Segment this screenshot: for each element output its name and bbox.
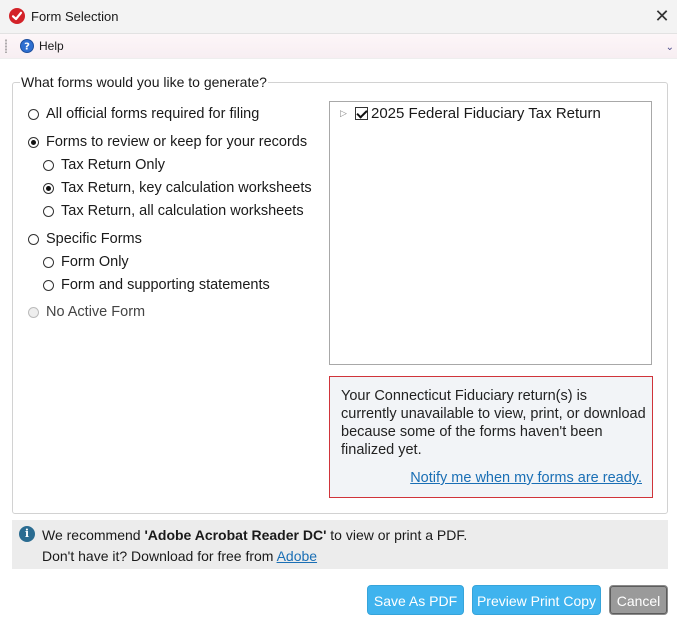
help-menu-item[interactable]: Help bbox=[39, 39, 64, 53]
close-icon: ✕ bbox=[654, 6, 670, 26]
radio-all-official[interactable]: All official forms required for filing bbox=[28, 106, 259, 122]
radio-label: Tax Return, all calculation worksheets bbox=[61, 203, 304, 219]
unavailable-notice: Your Connecticut Fiduciary return(s) is … bbox=[329, 376, 653, 498]
info-download: Don't have it? Download for free from Ad… bbox=[42, 548, 317, 564]
radio-button[interactable] bbox=[28, 233, 39, 245]
radio-button[interactable] bbox=[43, 256, 54, 268]
radio-specific-forms[interactable]: Specific Forms bbox=[28, 231, 142, 247]
forms-tree[interactable]: ▷ 2025 Federal Fiduciary Tax Return bbox=[329, 101, 652, 365]
info-app-name: 'Adobe Acrobat Reader DC' bbox=[144, 527, 327, 543]
svg-text:?: ? bbox=[24, 42, 30, 53]
toolbar-grip[interactable] bbox=[5, 39, 7, 53]
help-icon[interactable]: ? bbox=[20, 39, 34, 53]
radio-tax-return-key[interactable]: Tax Return, key calculation worksheets bbox=[43, 180, 312, 196]
preview-print-copy-button[interactable]: Preview Print Copy bbox=[472, 585, 601, 615]
radio-label: Form and supporting statements bbox=[61, 277, 270, 293]
title-bar: Form Selection ✕ bbox=[0, 0, 677, 34]
radio-button[interactable] bbox=[43, 279, 54, 291]
tree-item-label[interactable]: 2025 Federal Fiduciary Tax Return bbox=[371, 105, 601, 122]
info-suffix: to view or print a PDF. bbox=[326, 527, 468, 543]
radio-no-active-form: No Active Form bbox=[28, 304, 145, 320]
radio-form-supporting[interactable]: Form and supporting statements bbox=[43, 277, 270, 293]
radio-button[interactable] bbox=[43, 182, 54, 194]
window-title: Form Selection bbox=[31, 9, 119, 24]
notice-text: Your Connecticut Fiduciary return(s) is … bbox=[341, 388, 646, 458]
notify-me-link[interactable]: Notify me when my forms are ready. bbox=[410, 470, 642, 486]
radio-label: Tax Return, key calculation worksheets bbox=[61, 180, 312, 196]
info-bar: i We recommend 'Adobe Acrobat Reader DC'… bbox=[12, 520, 668, 569]
radio-label: Tax Return Only bbox=[61, 157, 165, 173]
info-download-text: Don't have it? Download for free from bbox=[42, 548, 277, 564]
radio-label: Form Only bbox=[61, 254, 129, 270]
close-button[interactable]: ✕ bbox=[651, 5, 673, 27]
adobe-link[interactable]: Adobe bbox=[277, 548, 317, 564]
radio-button[interactable] bbox=[28, 136, 39, 148]
radio-label: All official forms required for filing bbox=[46, 106, 260, 122]
info-prefix: We recommend bbox=[42, 527, 145, 543]
menu-overflow-icon[interactable]: ⌄ bbox=[666, 42, 674, 53]
radio-button[interactable] bbox=[43, 205, 54, 217]
radio-button[interactable] bbox=[43, 159, 54, 171]
info-icon: i bbox=[19, 526, 35, 542]
save-as-pdf-button[interactable]: Save As PDF bbox=[367, 585, 464, 615]
menu-bar: ? Help ⌄ bbox=[0, 34, 677, 59]
tree-item-checkbox[interactable] bbox=[355, 107, 368, 120]
cancel-button[interactable]: Cancel bbox=[609, 585, 668, 615]
radio-label: Specific Forms bbox=[46, 231, 142, 247]
radio-label: Forms to review or keep for your records bbox=[46, 134, 308, 150]
radio-label: No Active Form bbox=[46, 304, 146, 320]
info-recommendation: We recommend 'Adobe Acrobat Reader DC' t… bbox=[42, 527, 467, 543]
group-legend: What forms would you like to generate? bbox=[20, 74, 268, 90]
radio-button bbox=[28, 306, 39, 318]
radio-tax-return-only[interactable]: Tax Return Only bbox=[43, 157, 165, 173]
radio-tax-return-all[interactable]: Tax Return, all calculation worksheets bbox=[43, 203, 304, 219]
radio-review-keep[interactable]: Forms to review or keep for your records bbox=[28, 134, 307, 150]
radio-button[interactable] bbox=[28, 108, 39, 120]
radio-form-only[interactable]: Form Only bbox=[43, 254, 129, 270]
checkmark-circle-icon bbox=[9, 8, 25, 24]
expand-arrow-icon[interactable]: ▷ bbox=[340, 108, 347, 119]
